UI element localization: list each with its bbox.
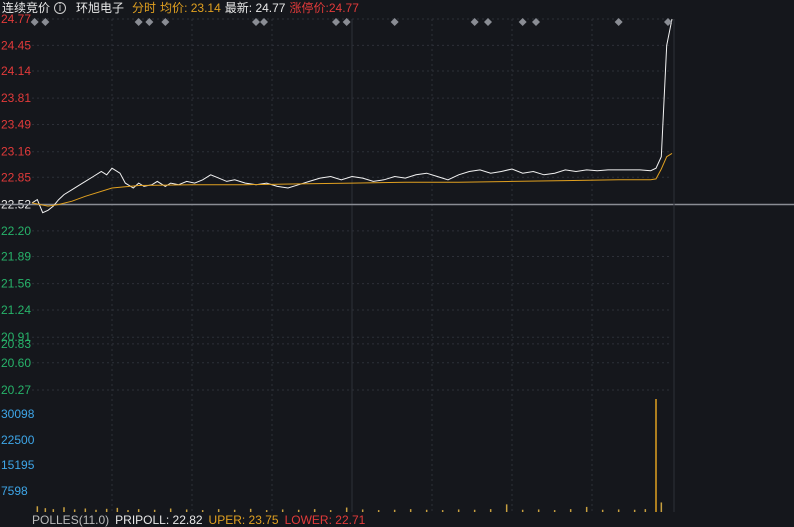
y-tick-label: 22.85 xyxy=(1,170,31,184)
y-tick-label: 21.24 xyxy=(1,303,31,317)
indicator-value: UPER: 23.75 xyxy=(208,513,279,527)
y-tick-label: 23.81 xyxy=(1,91,31,105)
indicator-value: POLLES(11.0) xyxy=(32,513,110,527)
y-tick-label: 24.45 xyxy=(1,38,31,52)
event-marker xyxy=(614,18,623,26)
event-marker xyxy=(518,18,527,26)
y-tick-label: 23.49 xyxy=(1,118,31,132)
y-tick-label: 21.56 xyxy=(1,277,31,291)
indicator-value: LOWER: 22.71 xyxy=(284,513,366,527)
y-tick-label: 20.27 xyxy=(1,383,31,397)
event-marker xyxy=(260,18,268,26)
price-volume-svg[interactable]: 24.7724.4524.1423.8123.4923.1622.8522.52… xyxy=(0,0,794,523)
y-tick-label: 22.20 xyxy=(1,224,31,238)
event-marker xyxy=(484,18,492,26)
volume-tick-label: 30098 xyxy=(1,407,35,421)
y-tick-label: 23.16 xyxy=(1,145,31,159)
y-tick-label: 24.14 xyxy=(1,64,31,78)
indicator-value: PRIPOLL: 22.82 xyxy=(115,513,203,527)
y-tick-label: 24.77 xyxy=(1,12,31,26)
intraday-chart: 连续竞价 i 环旭电子 分时 均价: 23.14 最新: 24.77 涨停价:24.77 2… xyxy=(0,0,794,527)
volume-tick-label: 15195 xyxy=(1,458,35,472)
indicator-row: POLLES(11.0) PRIPOLL: 22.82 UPER: 23.75 LOW… xyxy=(32,513,371,527)
volume-tick-label: 22500 xyxy=(1,433,35,447)
y-tick-label: 21.89 xyxy=(1,249,31,263)
y-tick-label: 20.60 xyxy=(1,356,31,370)
event-marker xyxy=(134,18,143,26)
y-tick-label: 20.83 xyxy=(1,337,31,351)
volume-tick-label: 7598 xyxy=(1,484,28,498)
